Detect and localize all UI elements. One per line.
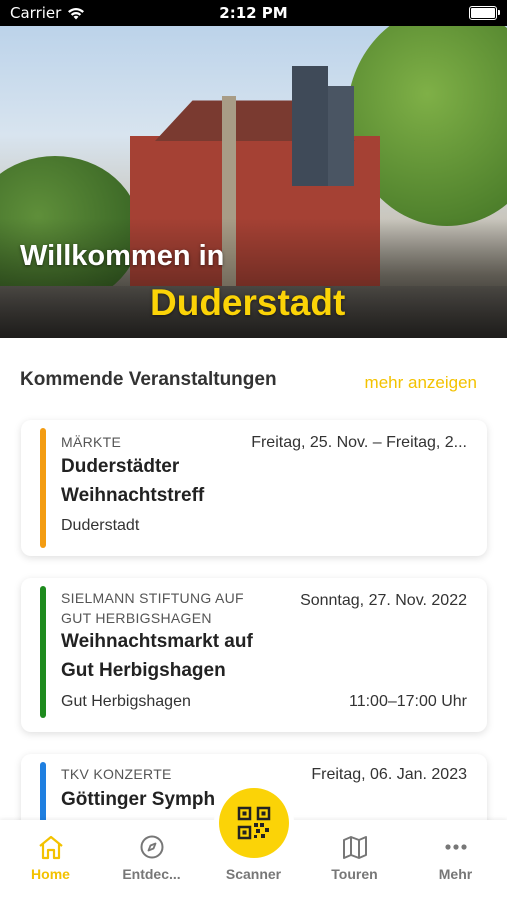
event-date: Freitag, 06. Jan. 2023 <box>311 766 467 783</box>
tab-more[interactable]: Mehr <box>405 820 506 900</box>
event-color-bar <box>40 428 46 548</box>
qr-code-icon <box>237 806 271 840</box>
hero-photo-tower <box>328 86 354 186</box>
tab-tours[interactable]: Touren <box>304 820 405 900</box>
event-title: Weihnachtsmarkt auf <box>61 631 253 652</box>
hero-city-name: Duderstadt <box>150 282 346 323</box>
status-bar: Carrier 2:12 PM <box>0 0 507 26</box>
show-more-link[interactable]: mehr anzeigen <box>365 373 477 393</box>
more-dots-icon <box>444 844 467 850</box>
event-card[interactable]: MÄRKTE Freitag, 25. Nov. – Freitag, 2...… <box>21 420 487 556</box>
event-card[interactable]: SIELMANN STIFTUNG AUF GUT HERBIGSHAGEN S… <box>21 578 487 732</box>
tab-label: Touren <box>331 866 378 882</box>
event-title: Weihnachtstreff <box>61 485 205 506</box>
tab-label: Entdec... <box>122 866 181 882</box>
battery-icon <box>469 6 500 20</box>
event-date: Sonntag, 27. Nov. 2022 <box>300 592 467 609</box>
event-category: TKV KONZERTE <box>61 766 172 782</box>
event-location: Gut Herbigshagen <box>61 693 191 710</box>
clock: 2:12 PM <box>219 4 288 22</box>
tab-label: Scanner <box>225 866 282 882</box>
scanner-button[interactable] <box>219 788 289 858</box>
tab-home[interactable]: Home <box>0 820 101 900</box>
event-time: 11:00–17:00 Uhr <box>348 693 467 710</box>
event-date: Freitag, 25. Nov. – Freitag, 2... <box>251 434 467 451</box>
hero-welcome-text: Willkommen in <box>20 240 225 272</box>
event-title: Gut Herbigshagen <box>61 660 226 681</box>
hero-photo-tower <box>292 66 328 186</box>
event-title: Duderstädter <box>61 456 180 477</box>
event-category: MÄRKTE <box>61 434 122 450</box>
home-icon <box>38 835 63 860</box>
event-category: SIELMANN STIFTUNG AUF <box>61 590 244 606</box>
compass-icon <box>140 835 163 859</box>
tab-label: Mehr <box>438 866 473 882</box>
event-color-bar <box>40 586 46 718</box>
section-title: Kommende Veranstaltungen <box>20 369 277 390</box>
event-location: Duderstadt <box>61 517 140 534</box>
tab-discover[interactable]: Entdec... <box>101 820 202 900</box>
map-icon <box>342 836 367 859</box>
tab-label: Home <box>31 866 70 882</box>
event-title: Göttinger Symph <box>61 789 216 810</box>
hero-banner: Willkommen in Duderstadt <box>0 26 507 338</box>
event-category: GUT HERBIGSHAGEN <box>61 610 212 626</box>
